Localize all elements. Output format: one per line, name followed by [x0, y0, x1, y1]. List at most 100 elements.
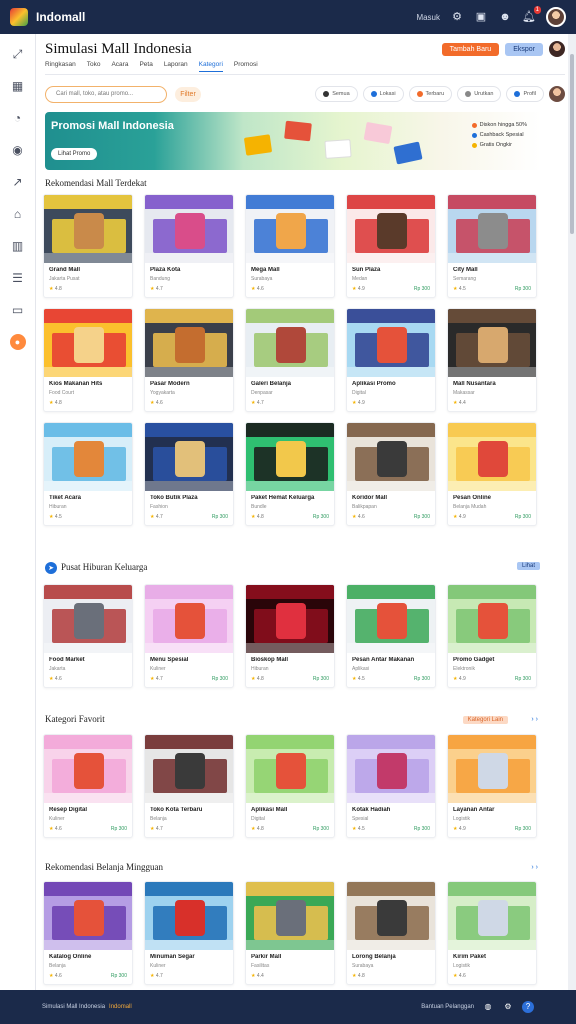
card-thumbnail[interactable]: [44, 309, 132, 377]
mall-card[interactable]: Kios Makanan Hits Food Court ★ 4.8: [43, 308, 133, 412]
card-thumbnail[interactable]: [448, 585, 536, 653]
mall-card[interactable]: Food Market Jakarta ★ 4.6: [43, 584, 133, 688]
card-thumbnail[interactable]: [145, 585, 233, 653]
mall-card[interactable]: Galeri Belanja Denpasar ★ 4.7: [245, 308, 335, 412]
mall-card[interactable]: Menu Spesial Kuliner ★ 4.7 Rp 300: [144, 584, 234, 688]
filter-avatar[interactable]: [549, 86, 565, 102]
card-thumbnail[interactable]: [246, 309, 334, 377]
card-thumbnail[interactable]: [448, 882, 536, 950]
card-thumbnail[interactable]: [44, 735, 132, 803]
mall-card[interactable]: Koridor Mall Balikpapan ★ 4.6 Rp 300: [346, 422, 436, 526]
bell-icon[interactable]: 🔔︎ 1: [522, 6, 541, 24]
card-thumbnail[interactable]: [44, 423, 132, 491]
section-action-button[interactable]: Kategori Lain: [462, 716, 508, 724]
promo-icon[interactable]: ●: [9, 334, 26, 350]
mall-card[interactable]: Aplikasi Mall Digital ★ 4.8 Rp 300: [245, 734, 335, 838]
trend-icon[interactable]: ↗: [10, 174, 26, 190]
chevron-right-icon[interactable]: › ›: [531, 716, 538, 723]
filter-sort[interactable]: Urutkan: [457, 86, 502, 102]
mall-card[interactable]: Aplikasi Promo Digital ★ 4.9: [346, 308, 436, 412]
scrollbar-thumb[interactable]: [570, 54, 574, 234]
card-thumbnail[interactable]: [44, 585, 132, 653]
card-thumbnail[interactable]: [347, 585, 435, 653]
mall-card[interactable]: Parkir Mall Fasilitas ★ 4.4: [245, 881, 335, 985]
brand-name[interactable]: Indomall: [36, 10, 85, 24]
user-avatar[interactable]: [546, 7, 566, 27]
mall-card[interactable]: Sun Plaza Medan ★ 4.9 Rp 300: [346, 194, 436, 298]
card-thumbnail[interactable]: [145, 195, 233, 263]
users-icon[interactable]: ☻: [498, 10, 512, 24]
mall-card[interactable]: Toko Kota Terbaru Belanja ★ 4.7: [144, 734, 234, 838]
support-icon[interactable]: ?: [522, 1001, 534, 1013]
filter-profile[interactable]: Profil: [506, 86, 544, 102]
help-link[interactable]: Bantuan Pelanggan: [421, 1004, 474, 1010]
location-icon[interactable]: ◉: [10, 142, 26, 158]
card-thumbnail[interactable]: [347, 195, 435, 263]
mall-card[interactable]: City Mall Semarang ★ 4.5 Rp 300: [447, 194, 537, 298]
mall-card[interactable]: Tiket Acara Hiburan ★ 4.5: [43, 422, 133, 526]
tab-events[interactable]: Acara: [111, 61, 128, 72]
analytics-icon[interactable]: ◔: [10, 110, 26, 126]
card-thumbnail[interactable]: [44, 882, 132, 950]
card-thumbnail[interactable]: [246, 585, 334, 653]
promo-banner[interactable]: Promosi Mall Indonesia Lihat Promo Disko…: [45, 112, 541, 170]
card-thumbnail[interactable]: [347, 423, 435, 491]
card-thumbnail[interactable]: [44, 195, 132, 263]
mall-card[interactable]: Grand Mall Jakarta Pusat ★ 4.8: [43, 194, 133, 298]
chevron-right-icon[interactable]: › ›: [531, 864, 538, 871]
card-thumbnail[interactable]: [448, 309, 536, 377]
mall-card[interactable]: Pasar Modern Yogyakarta ★ 4.6: [144, 308, 234, 412]
mall-card[interactable]: Mega Mall Surabaya ★ 4.6: [245, 194, 335, 298]
tab-promotions[interactable]: Promosi: [234, 61, 258, 72]
mall-card[interactable]: Katalog Online Belanja ★ 4.6 Rp 300: [43, 881, 133, 985]
tab-reports[interactable]: Laporan: [164, 61, 188, 72]
card-thumbnail[interactable]: [448, 423, 536, 491]
filter-location[interactable]: Lokasi: [362, 86, 404, 102]
tab-stores[interactable]: Toko: [87, 61, 101, 72]
mall-card[interactable]: Pesan Online Belanja Mudah ★ 4.9 Rp 300: [447, 422, 537, 526]
mall-card[interactable]: Resep Digital Kuliner ★ 4.6 Rp 300: [43, 734, 133, 838]
banner-cta-button[interactable]: Lihat Promo: [51, 148, 98, 160]
mall-card[interactable]: Promo Gadget Elektronik ★ 4.9 Rp 300: [447, 584, 537, 688]
mall-card[interactable]: Pesan Antar Makanan Aplikasi ★ 4.5 Rp 300: [346, 584, 436, 688]
mall-card[interactable]: Minuman Segar Kuliner ★ 4.7: [144, 881, 234, 985]
cart-icon[interactable]: ▣: [474, 10, 488, 24]
mall-card[interactable]: Bioskop Mall Hiburan ★ 4.8 Rp 300: [245, 584, 335, 688]
mall-card[interactable]: Lorong Belanja Surabaya ★ 4.8: [346, 881, 436, 985]
mall-card[interactable]: Toko Butik Plaza Fashion ★ 4.7 Rp 300: [144, 422, 234, 526]
card-thumbnail[interactable]: [448, 195, 536, 263]
store-icon[interactable]: ⌂: [10, 206, 26, 222]
tab-overview[interactable]: Ringkasan: [45, 61, 76, 72]
layout-icon[interactable]: ▥: [10, 238, 26, 254]
header-avatar[interactable]: [549, 41, 565, 57]
settings-icon[interactable]: ⚙: [502, 1001, 514, 1013]
filter-latest[interactable]: Terbaru: [408, 86, 453, 102]
mall-card[interactable]: Plaza Kota Bandung ★ 4.7: [144, 194, 234, 298]
card-thumbnail[interactable]: [246, 882, 334, 950]
scrollbar[interactable]: [568, 34, 576, 990]
mall-card[interactable]: Layanan Antar Logistik ★ 4.9 Rp 300: [447, 734, 537, 838]
card-thumbnail[interactable]: [246, 195, 334, 263]
card-thumbnail[interactable]: [347, 735, 435, 803]
folder-icon[interactable]: ▭: [10, 302, 26, 318]
card-thumbnail[interactable]: [448, 735, 536, 803]
mall-card[interactable]: Paket Hemat Keluarga Bundle ★ 4.8 Rp 300: [245, 422, 335, 526]
footer-brand[interactable]: Indomall: [109, 1004, 132, 1010]
mall-card[interactable]: Kirim Paket Logistik ★ 4.6: [447, 881, 537, 985]
mall-card[interactable]: Kotak Hadiah Spesial ★ 4.5 Rp 300: [346, 734, 436, 838]
card-thumbnail[interactable]: [246, 735, 334, 803]
card-thumbnail[interactable]: [145, 735, 233, 803]
card-thumbnail[interactable]: [145, 882, 233, 950]
filter-chip[interactable]: Filter: [175, 86, 201, 102]
collapse-icon[interactable]: ⤢: [10, 46, 26, 62]
chat-icon[interactable]: ◍: [482, 1001, 494, 1013]
card-thumbnail[interactable]: [246, 423, 334, 491]
add-new-button[interactable]: Tambah Baru: [441, 42, 500, 56]
search-input[interactable]: Cari mall, toko, atau promo...: [45, 85, 167, 103]
export-button[interactable]: Ekspor: [505, 42, 543, 56]
tab-map[interactable]: Peta: [139, 61, 152, 72]
list-icon[interactable]: ☰: [10, 270, 26, 286]
card-thumbnail[interactable]: [145, 309, 233, 377]
login-link[interactable]: Masuk: [416, 13, 440, 22]
card-thumbnail[interactable]: [145, 423, 233, 491]
